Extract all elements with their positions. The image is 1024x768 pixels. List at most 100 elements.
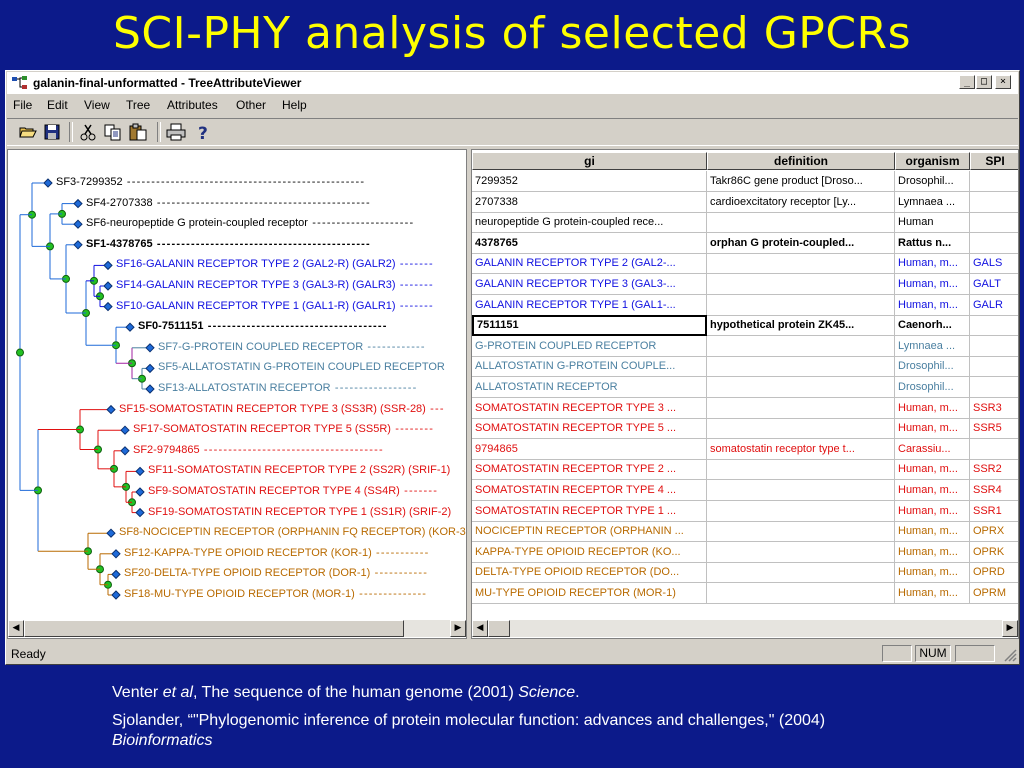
table-row[interactable]: GALANIN RECEPTOR TYPE 1 (GAL1-... Human, …	[472, 294, 1018, 316]
cell-definition[interactable]: Takr86C gene product [Droso...	[707, 171, 895, 192]
cell-organism[interactable]: Human, m...	[895, 274, 970, 295]
table-row[interactable]: NOCICEPTIN RECEPTOR (ORPHANIN ... Human, …	[472, 521, 1018, 543]
cell-gi[interactable]: ALLATOSTATIN RECEPTOR	[472, 377, 707, 398]
table-row[interactable]: KAPPA-TYPE OPIOID RECEPTOR (KO... Human, …	[472, 541, 1018, 563]
tree-leaf-node[interactable]	[103, 260, 113, 271]
tree-leaf-label[interactable]: SF11-SOMATOSTATIN RECEPTOR TYPE 2 (SS2R)…	[148, 464, 450, 477]
cell-gi[interactable]: 7299352	[472, 171, 707, 192]
cell-gi[interactable]: SOMATOSTATIN RECEPTOR TYPE 5 ...	[472, 418, 707, 440]
close-button[interactable]: ×	[995, 75, 1011, 89]
cell-gi[interactable]: G-PROTEIN COUPLED RECEPTOR	[472, 335, 707, 357]
cell-organism[interactable]: Human, m...	[895, 459, 970, 481]
cell-organism[interactable]: Human	[895, 212, 970, 234]
column-header-spi[interactable]: SPI	[970, 152, 1018, 170]
table-row[interactable]: 2707338 cardioexcitatory receptor [Ly... L…	[472, 191, 1018, 213]
table-row[interactable]: ALLATOSTATIN G-PROTEIN COUPLE... Drosophi…	[472, 356, 1018, 378]
tree-leaf-label[interactable]: SF1-4378765 ----------------------------…	[86, 238, 371, 251]
tree-leaf-node[interactable]	[135, 507, 145, 518]
column-header-organism[interactable]: organism	[895, 152, 970, 170]
cell-organism[interactable]: Human, m...	[895, 397, 970, 419]
cell-definition[interactable]: hypothetical protein ZK45...	[707, 315, 895, 337]
table-row[interactable]: ALLATOSTATIN RECEPTOR Drosophil...	[472, 377, 1018, 398]
tree-leaf-label[interactable]: SF7-G-PROTEIN COUPLED RECEPTOR ---------…	[158, 341, 426, 354]
scroll-left-arrow[interactable]: ◀	[8, 620, 24, 637]
open-folder-icon[interactable]	[17, 122, 39, 142]
cell-gi[interactable]: 4378765	[472, 232, 707, 254]
cell-spi[interactable]: GALR	[970, 295, 1018, 316]
cell-organism[interactable]: Human, m...	[895, 253, 970, 275]
menu-help[interactable]: Help	[282, 98, 307, 112]
cell-spi[interactable]	[970, 336, 1018, 357]
cell-definition[interactable]	[707, 521, 895, 543]
cell-definition[interactable]	[707, 459, 895, 481]
cell-organism[interactable]: Drosophil...	[895, 171, 970, 192]
table-scroll-thumb[interactable]	[488, 620, 510, 637]
cell-spi[interactable]	[970, 171, 1018, 192]
cell-organism[interactable]: Lymnaea ...	[895, 335, 970, 357]
cell-spi[interactable]	[970, 212, 1018, 234]
table-row[interactable]: G-PROTEIN COUPLED RECEPTOR Lymnaea ...	[472, 335, 1018, 357]
cell-gi[interactable]: 7511151	[472, 315, 707, 337]
table-row[interactable]: 9794865 somatostatin receptor type t... Ca…	[472, 438, 1018, 460]
cell-gi[interactable]: SOMATOSTATIN RECEPTOR TYPE 1 ...	[472, 500, 707, 522]
minimize-button[interactable]: _	[959, 75, 975, 89]
scroll-right-arrow[interactable]: ▶	[1002, 620, 1018, 637]
menu-attributes[interactable]: Attributes	[167, 98, 218, 112]
cell-organism[interactable]: Human, m...	[895, 521, 970, 543]
table-row[interactable]: SOMATOSTATIN RECEPTOR TYPE 5 ... Human, m…	[472, 418, 1018, 440]
table-row[interactable]: MU-TYPE OPIOID RECEPTOR (MOR-1) Human, m.…	[472, 583, 1018, 604]
tree-leaf-label[interactable]: SF18-MU-TYPE OPIOID RECEPTOR (MOR-1) ---…	[124, 588, 427, 601]
tree-leaf-node[interactable]	[73, 198, 83, 209]
cell-definition[interactable]	[707, 500, 895, 522]
cell-definition[interactable]	[707, 356, 895, 378]
table-row[interactable]: 7511151 hypothetical protein ZK45... Caeno…	[472, 315, 1018, 337]
tree-leaf-node[interactable]	[145, 363, 155, 374]
tree-leaf-node[interactable]	[103, 281, 113, 291]
tree-leaf-label[interactable]: SF15-SOMATOSTATIN RECEPTOR TYPE 3 (SS3R)…	[119, 403, 445, 416]
tree-leaf-label[interactable]: SF3-7299352 ----------------------------…	[56, 176, 365, 189]
tree-leaf-label[interactable]: SF13-ALLATOSTATIN RECEPTOR -------------…	[158, 382, 418, 395]
cell-organism[interactable]: Lymnaea ...	[895, 191, 970, 213]
cell-gi[interactable]: NOCICEPTIN RECEPTOR (ORPHANIN ...	[472, 521, 707, 543]
table-row[interactable]: SOMATOSTATIN RECEPTOR TYPE 1 ... Human, m…	[472, 500, 1018, 522]
tree-leaf-node[interactable]	[106, 404, 116, 415]
cell-spi[interactable]: SSR3	[970, 398, 1018, 419]
tree-leaf-label[interactable]: SF5-ALLATOSTATIN G-PROTEIN COUPLED RECEP…	[158, 361, 445, 374]
tree-leaf-node[interactable]	[120, 446, 130, 456]
menu-tree[interactable]: Tree	[126, 98, 150, 112]
cell-spi[interactable]: SSR1	[970, 501, 1018, 522]
save-icon[interactable]	[41, 122, 63, 142]
menu-file[interactable]: File	[13, 98, 32, 112]
tree-leaf-label[interactable]: SF20-DELTA-TYPE OPIOID RECEPTOR (DOR-1) …	[124, 567, 428, 580]
tree-leaf-label[interactable]: SF6-neuropeptide G protein-coupled recep…	[86, 217, 414, 230]
tree-leaf-node[interactable]	[125, 322, 135, 332]
cell-organism[interactable]: Carassiu...	[895, 438, 970, 460]
cell-gi[interactable]: 9794865	[472, 438, 707, 460]
print-icon[interactable]	[165, 122, 187, 142]
cell-definition[interactable]: cardioexcitatory receptor [Ly...	[707, 191, 895, 213]
tree-leaf-label[interactable]: SF2-9794865 ----------------------------…	[133, 444, 384, 457]
cell-spi[interactable]	[970, 356, 1018, 378]
cell-organism[interactable]: Rattus n...	[895, 232, 970, 254]
cell-organism[interactable]: Human, m...	[895, 562, 970, 584]
cell-gi[interactable]: SOMATOSTATIN RECEPTOR TYPE 2 ...	[472, 459, 707, 481]
cell-definition[interactable]	[707, 583, 895, 604]
cell-gi[interactable]: SOMATOSTATIN RECEPTOR TYPE 4 ...	[472, 480, 707, 501]
cell-gi[interactable]: SOMATOSTATIN RECEPTOR TYPE 3 ...	[472, 397, 707, 419]
cell-spi[interactable]: SSR2	[970, 459, 1018, 481]
tree-leaf-node[interactable]	[120, 425, 130, 435]
tree-leaf-label[interactable]: SF17-SOMATOSTATIN RECEPTOR TYPE 5 (SS5R)…	[133, 423, 434, 436]
cell-spi[interactable]	[970, 439, 1018, 460]
cell-spi[interactable]	[970, 233, 1018, 254]
tree-leaf-node[interactable]	[145, 343, 155, 353]
cell-spi[interactable]	[970, 192, 1018, 213]
cell-gi[interactable]: neuropeptide G protein-coupled rece...	[472, 212, 707, 234]
tree-leaf-label[interactable]: SF12-KAPPA-TYPE OPIOID RECEPTOR (KOR-1) …	[124, 547, 430, 560]
window-titlebar[interactable]: galanin-final-unformatted - TreeAttribut…	[7, 72, 1018, 94]
tree-leaf-label[interactable]: SF14-GALANIN RECEPTOR TYPE 3 (GAL3-R) (G…	[116, 279, 434, 292]
cell-definition[interactable]	[707, 377, 895, 398]
scroll-left-arrow[interactable]: ◀	[472, 620, 488, 637]
tree-internal-node[interactable]	[16, 348, 24, 357]
maximize-button[interactable]: □	[976, 75, 992, 89]
cell-spi[interactable]	[970, 315, 1018, 337]
